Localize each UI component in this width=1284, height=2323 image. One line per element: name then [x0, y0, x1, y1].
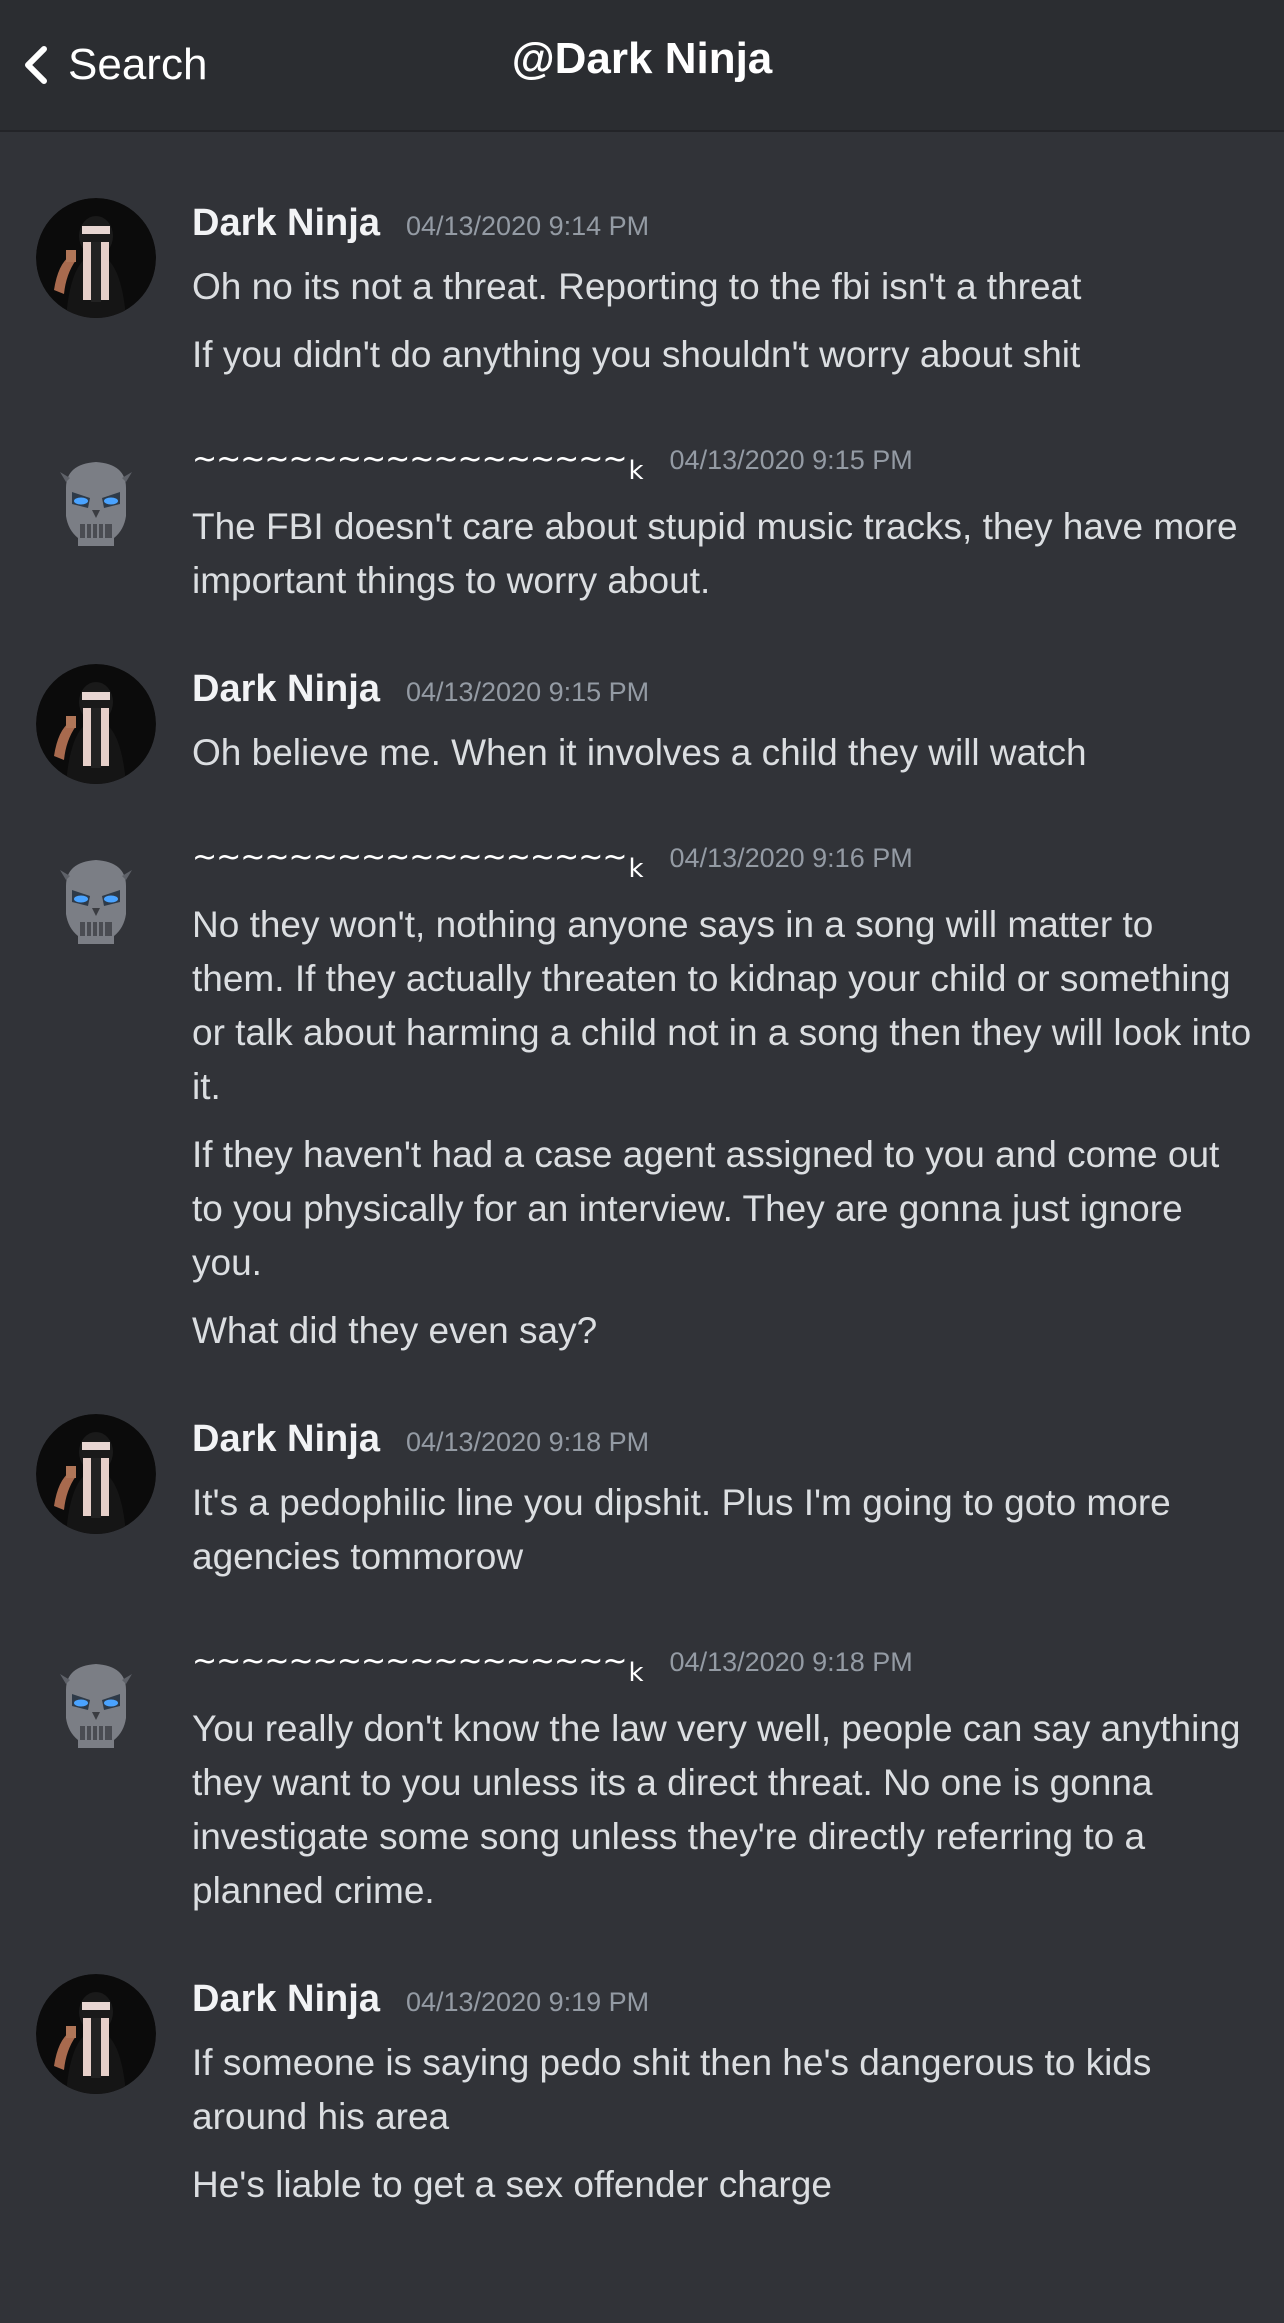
message-text: If someone is saying pedo shit then he's…: [192, 2042, 1152, 2137]
author-name[interactable]: Dark Ninja: [192, 1978, 380, 2021]
author-name-suffix[interactable]: k: [628, 1658, 643, 1688]
author-name[interactable]: Dark Ninja: [192, 668, 380, 711]
author-name[interactable]: ~~~~~~~~~~~~~~~~~~: [192, 840, 627, 875]
message-timestamp: 04/13/2020 9:14 PM: [405, 211, 650, 241]
robot-avatar[interactable]: [56, 856, 136, 946]
author-name[interactable]: ~~~~~~~~~~~~~~~~~~: [192, 442, 627, 477]
message[interactable]: Dark Ninja 04/13/2020 9:15 PM Oh believe m…: [0, 664, 1284, 784]
ninja-avatar[interactable]: [36, 198, 156, 318]
message[interactable]: Dark Ninja 04/13/2020 9:14 PM Oh no its no…: [0, 198, 1284, 382]
message-text: He's liable to get a sex offender charge: [192, 2164, 832, 2205]
message-header: Dark Ninja 04/13/2020 9:19 PM: [192, 1974, 1254, 2036]
message-header: ~~~~~~~~~~~~~~~~~~ k 04/13/2020 9:15 PM: [192, 438, 1254, 500]
message-text: Oh believe me. When it involves a child …: [192, 732, 1087, 773]
message-timestamp: 04/13/2020 9:15 PM: [669, 445, 913, 475]
message-timestamp: 04/13/2020 9:15 PM: [405, 677, 650, 707]
author-name[interactable]: ~~~~~~~~~~~~~~~~~~: [192, 1644, 627, 1679]
message[interactable]: Dark Ninja 04/13/2020 9:18 PM It's a pedop…: [0, 1414, 1284, 1584]
message-header: Dark Ninja 04/13/2020 9:15 PM: [192, 664, 1254, 726]
message-list: Dark Ninja 04/13/2020 9:14 PM Oh no its no…: [0, 130, 1284, 2212]
message-text: You really don't know the law very well,…: [192, 1708, 1241, 1911]
robot-avatar[interactable]: [56, 1660, 136, 1750]
ninja-avatar[interactable]: [36, 1414, 156, 1534]
message-header: ~~~~~~~~~~~~~~~~~~ k 04/13/2020 9:16 PM: [192, 836, 1254, 898]
author-name[interactable]: Dark Ninja: [192, 1418, 380, 1461]
message-text: If they haven't had a case agent assigne…: [192, 1134, 1220, 1283]
message-timestamp: 04/13/2020 9:19 PM: [405, 1987, 650, 2017]
message-timestamp: 04/13/2020 9:18 PM: [405, 1427, 650, 1457]
author-name-suffix[interactable]: k: [628, 854, 643, 884]
message-text: The FBI doesn't care about stupid music …: [192, 506, 1238, 601]
message-text: It's a pedophilic line you dipshit. Plus…: [192, 1482, 1171, 1577]
robot-avatar[interactable]: [56, 458, 136, 548]
top-bar: Search @Dark Ninja: [0, 0, 1284, 132]
ninja-avatar[interactable]: [36, 1974, 156, 2094]
message-text: No they won't, nothing anyone says in a …: [192, 904, 1252, 1107]
author-name-suffix[interactable]: k: [628, 456, 643, 486]
message[interactable]: ~~~~~~~~~~~~~~~~~~ k 04/13/2020 9:15 PM The…: [0, 438, 1284, 608]
ninja-avatar[interactable]: [36, 664, 156, 784]
message-header: Dark Ninja 04/13/2020 9:14 PM: [192, 198, 1254, 260]
message-timestamp: 04/13/2020 9:18 PM: [669, 1647, 913, 1677]
message-header: Dark Ninja 04/13/2020 9:18 PM: [192, 1414, 1254, 1476]
message-timestamp: 04/13/2020 9:16 PM: [669, 843, 913, 873]
author-name[interactable]: Dark Ninja: [192, 202, 380, 245]
message-header: ~~~~~~~~~~~~~~~~~~ k 04/13/2020 9:18 PM: [192, 1640, 1254, 1702]
message[interactable]: Dark Ninja 04/13/2020 9:19 PM If someone i…: [0, 1974, 1284, 2212]
message[interactable]: ~~~~~~~~~~~~~~~~~~ k 04/13/2020 9:16 PM No …: [0, 836, 1284, 1358]
message-text: Oh no its not a threat. Reporting to the…: [192, 266, 1082, 307]
message[interactable]: ~~~~~~~~~~~~~~~~~~ k 04/13/2020 9:18 PM You…: [0, 1640, 1284, 1918]
message-text: If you didn't do anything you shouldn't …: [192, 334, 1081, 375]
channel-title: @Dark Ninja: [511, 34, 773, 83]
message-text: What did they even say?: [192, 1310, 598, 1351]
